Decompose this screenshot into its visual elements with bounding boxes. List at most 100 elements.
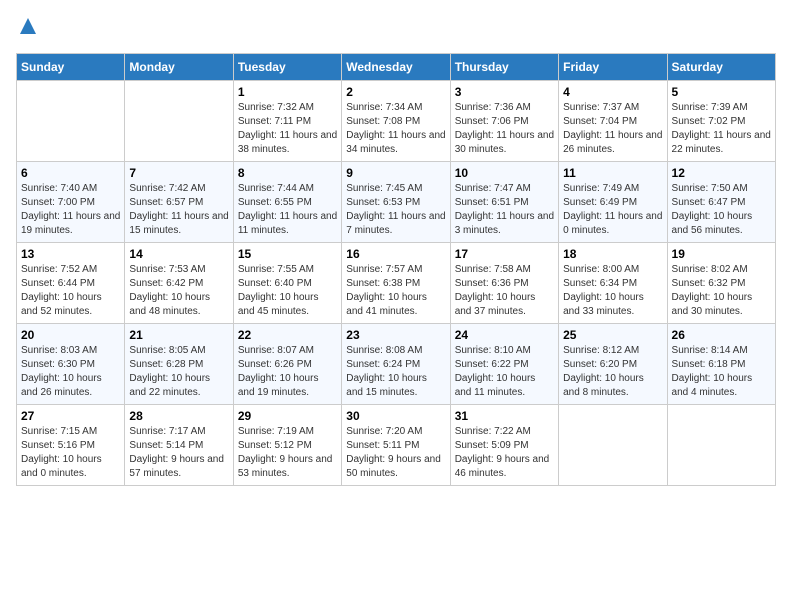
weekday-header-friday: Friday <box>559 53 667 80</box>
week-row-3: 13Sunrise: 7:52 AM Sunset: 6:44 PM Dayli… <box>17 242 776 323</box>
day-number: 1 <box>238 85 337 99</box>
day-info: Sunrise: 7:57 AM Sunset: 6:38 PM Dayligh… <box>346 263 445 319</box>
day-info: Sunrise: 7:50 AM Sunset: 6:47 PM Dayligh… <box>672 182 771 238</box>
day-number: 5 <box>672 85 771 99</box>
day-number: 14 <box>129 247 228 261</box>
day-number: 31 <box>455 409 554 423</box>
day-number: 22 <box>238 328 337 342</box>
day-number: 17 <box>455 247 554 261</box>
day-number: 11 <box>563 166 662 180</box>
calendar-cell: 3 Sunrise: 7:36 AM Sunset: 7:06 PM Daylig… <box>450 80 558 161</box>
calendar-cell: 8 Sunrise: 7:44 AM Sunset: 6:55 PM Daylig… <box>233 161 341 242</box>
calendar-cell: 16 Sunrise: 7:57 AM Sunset: 6:38 PM Dayli… <box>342 242 450 323</box>
day-info: Sunrise: 7:42 AM Sunset: 6:57 PM Dayligh… <box>129 182 228 238</box>
page-header <box>16 16 776 41</box>
calendar-cell <box>125 80 233 161</box>
day-info: Sunrise: 7:20 AM Sunset: 5:11 PM Dayligh… <box>346 425 445 481</box>
day-number: 10 <box>455 166 554 180</box>
day-number: 6 <box>21 166 120 180</box>
day-info: Sunrise: 7:47 AM Sunset: 6:51 PM Dayligh… <box>455 182 554 238</box>
day-info: Sunrise: 7:17 AM Sunset: 5:14 PM Dayligh… <box>129 425 228 481</box>
calendar-cell <box>17 80 125 161</box>
day-number: 8 <box>238 166 337 180</box>
logo-icon <box>18 16 38 36</box>
calendar-cell: 22 Sunrise: 8:07 AM Sunset: 6:26 PM Dayli… <box>233 323 341 404</box>
calendar-cell: 30 Sunrise: 7:20 AM Sunset: 5:11 PM Dayli… <box>342 404 450 485</box>
calendar-cell: 17Sunrise: 7:58 AM Sunset: 6:36 PM Dayli… <box>450 242 558 323</box>
day-number: 2 <box>346 85 445 99</box>
day-info: Sunrise: 7:36 AM Sunset: 7:06 PM Dayligh… <box>455 101 554 157</box>
calendar-cell: 24 Sunrise: 8:10 AM Sunset: 6:22 PM Dayli… <box>450 323 558 404</box>
day-number: 21 <box>129 328 228 342</box>
day-info: Sunrise: 7:34 AM Sunset: 7:08 PM Dayligh… <box>346 101 445 157</box>
calendar-cell: 2 Sunrise: 7:34 AM Sunset: 7:08 PM Daylig… <box>342 80 450 161</box>
day-number: 24 <box>455 328 554 342</box>
day-info: Sunrise: 8:12 AM Sunset: 6:20 PM Dayligh… <box>563 344 662 400</box>
calendar-cell: 20 Sunrise: 8:03 AM Sunset: 6:30 PM Dayli… <box>17 323 125 404</box>
day-number: 12 <box>672 166 771 180</box>
calendar-cell <box>667 404 775 485</box>
day-info: Sunrise: 8:07 AM Sunset: 6:26 PM Dayligh… <box>238 344 337 400</box>
calendar-cell: 23Sunrise: 8:08 AM Sunset: 6:24 PM Dayli… <box>342 323 450 404</box>
day-number: 13 <box>21 247 120 261</box>
weekday-header-monday: Monday <box>125 53 233 80</box>
day-number: 16 <box>346 247 445 261</box>
calendar-cell: 26 Sunrise: 8:14 AM Sunset: 6:18 PM Dayli… <box>667 323 775 404</box>
day-number: 18 <box>563 247 662 261</box>
calendar-cell: 25Sunrise: 8:12 AM Sunset: 6:20 PM Dayli… <box>559 323 667 404</box>
day-info: Sunrise: 7:53 AM Sunset: 6:42 PM Dayligh… <box>129 263 228 319</box>
day-info: Sunrise: 7:40 AM Sunset: 7:00 PM Dayligh… <box>21 182 120 238</box>
calendar-cell: 1 Sunrise: 7:32 AM Sunset: 7:11 PM Daylig… <box>233 80 341 161</box>
calendar-table: SundayMondayTuesdayWednesdayThursdayFrid… <box>16 53 776 486</box>
day-number: 27 <box>21 409 120 423</box>
day-info: Sunrise: 8:02 AM Sunset: 6:32 PM Dayligh… <box>672 263 771 319</box>
calendar-cell: 9Sunrise: 7:45 AM Sunset: 6:53 PM Daylig… <box>342 161 450 242</box>
day-info: Sunrise: 7:15 AM Sunset: 5:16 PM Dayligh… <box>21 425 120 481</box>
calendar-cell: 10 Sunrise: 7:47 AM Sunset: 6:51 PM Dayli… <box>450 161 558 242</box>
week-row-1: 1 Sunrise: 7:32 AM Sunset: 7:11 PM Daylig… <box>17 80 776 161</box>
day-number: 29 <box>238 409 337 423</box>
weekday-header-wednesday: Wednesday <box>342 53 450 80</box>
day-info: Sunrise: 8:05 AM Sunset: 6:28 PM Dayligh… <box>129 344 228 400</box>
day-info: Sunrise: 7:22 AM Sunset: 5:09 PM Dayligh… <box>455 425 554 481</box>
day-number: 9 <box>346 166 445 180</box>
day-number: 30 <box>346 409 445 423</box>
weekday-header-tuesday: Tuesday <box>233 53 341 80</box>
day-number: 4 <box>563 85 662 99</box>
calendar-cell: 6 Sunrise: 7:40 AM Sunset: 7:00 PM Daylig… <box>17 161 125 242</box>
day-info: Sunrise: 8:03 AM Sunset: 6:30 PM Dayligh… <box>21 344 120 400</box>
day-info: Sunrise: 7:32 AM Sunset: 7:11 PM Dayligh… <box>238 101 337 157</box>
day-number: 20 <box>21 328 120 342</box>
calendar-cell: 27 Sunrise: 7:15 AM Sunset: 5:16 PM Dayli… <box>17 404 125 485</box>
day-number: 28 <box>129 409 228 423</box>
calendar-cell <box>559 404 667 485</box>
day-info: Sunrise: 8:14 AM Sunset: 6:18 PM Dayligh… <box>672 344 771 400</box>
calendar-cell: 12 Sunrise: 7:50 AM Sunset: 6:47 PM Dayli… <box>667 161 775 242</box>
calendar-cell: 5 Sunrise: 7:39 AM Sunset: 7:02 PM Daylig… <box>667 80 775 161</box>
day-info: Sunrise: 7:44 AM Sunset: 6:55 PM Dayligh… <box>238 182 337 238</box>
day-info: Sunrise: 7:19 AM Sunset: 5:12 PM Dayligh… <box>238 425 337 481</box>
day-info: Sunrise: 7:37 AM Sunset: 7:04 PM Dayligh… <box>563 101 662 157</box>
day-number: 3 <box>455 85 554 99</box>
calendar-cell: 29 Sunrise: 7:19 AM Sunset: 5:12 PM Dayli… <box>233 404 341 485</box>
day-info: Sunrise: 7:39 AM Sunset: 7:02 PM Dayligh… <box>672 101 771 157</box>
day-number: 26 <box>672 328 771 342</box>
weekday-header-saturday: Saturday <box>667 53 775 80</box>
weekday-header-sunday: Sunday <box>17 53 125 80</box>
weekday-header-thursday: Thursday <box>450 53 558 80</box>
calendar-cell: 18Sunrise: 8:00 AM Sunset: 6:34 PM Dayli… <box>559 242 667 323</box>
calendar-cell: 13Sunrise: 7:52 AM Sunset: 6:44 PM Dayli… <box>17 242 125 323</box>
week-row-2: 6 Sunrise: 7:40 AM Sunset: 7:00 PM Daylig… <box>17 161 776 242</box>
week-row-4: 20 Sunrise: 8:03 AM Sunset: 6:30 PM Dayli… <box>17 323 776 404</box>
day-info: Sunrise: 7:49 AM Sunset: 6:49 PM Dayligh… <box>563 182 662 238</box>
day-number: 23 <box>346 328 445 342</box>
calendar-cell: 21 Sunrise: 8:05 AM Sunset: 6:28 PM Dayli… <box>125 323 233 404</box>
day-number: 19 <box>672 247 771 261</box>
day-number: 7 <box>129 166 228 180</box>
calendar-cell: 4 Sunrise: 7:37 AM Sunset: 7:04 PM Daylig… <box>559 80 667 161</box>
day-info: Sunrise: 8:10 AM Sunset: 6:22 PM Dayligh… <box>455 344 554 400</box>
calendar-cell: 11 Sunrise: 7:49 AM Sunset: 6:49 PM Dayli… <box>559 161 667 242</box>
calendar-cell: 19 Sunrise: 8:02 AM Sunset: 6:32 PM Dayli… <box>667 242 775 323</box>
day-number: 15 <box>238 247 337 261</box>
logo <box>16 16 38 41</box>
